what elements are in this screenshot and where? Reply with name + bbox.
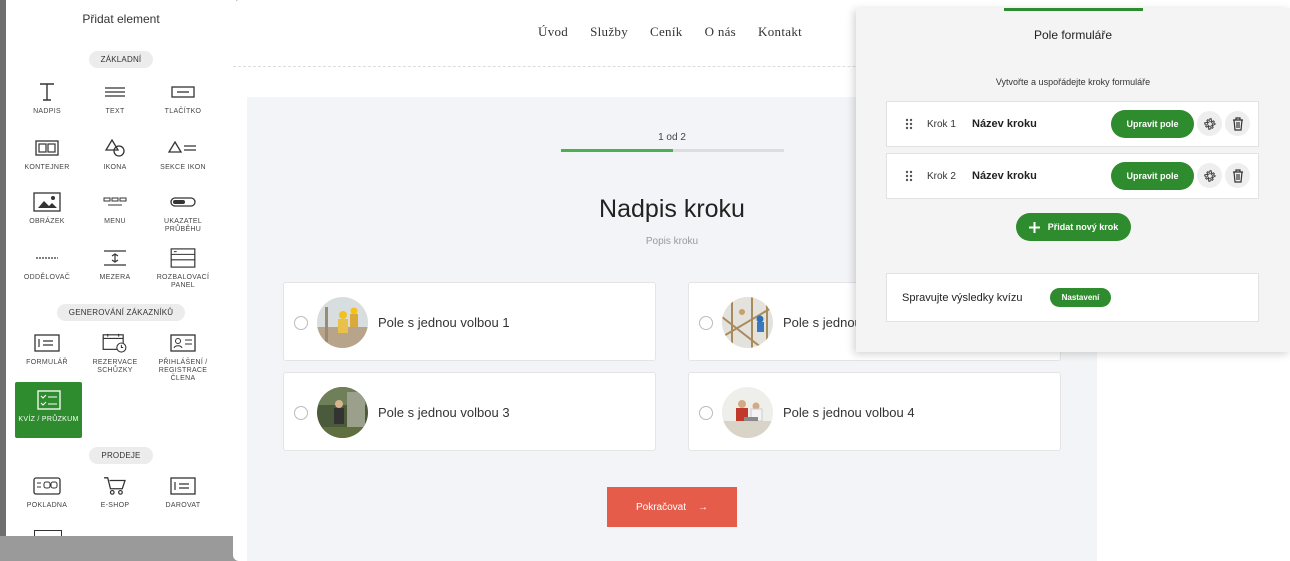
- quiz-progress-bar: [561, 149, 784, 152]
- shapes-icon: [104, 138, 125, 157]
- active-tab-indicator: [1004, 8, 1143, 11]
- plus-icon: [1028, 221, 1040, 233]
- option-photo: [722, 297, 773, 348]
- element-spacer[interactable]: MEZERA: [82, 248, 148, 282]
- step-settings-button[interactable]: [1197, 163, 1222, 188]
- element-appointment[interactable]: REZERVACE SCHŮZKY: [82, 333, 148, 375]
- arrow-right-icon: →: [698, 501, 709, 513]
- container-icon: [35, 140, 59, 156]
- step-name: Název kroku: [972, 170, 1037, 182]
- nav-item-home[interactable]: Úvod: [538, 24, 568, 40]
- form-icon: [34, 334, 60, 352]
- step-delete-button[interactable]: [1225, 111, 1250, 136]
- edit-fields-button[interactable]: Upravit pole: [1111, 110, 1194, 138]
- checkout-icon: [33, 477, 61, 495]
- quiz-results-card: Spravujte výsledky kvízu Nastavení: [886, 273, 1259, 322]
- cart-icon: [104, 477, 126, 495]
- gear-icon: [1203, 169, 1216, 182]
- element-quiz-survey[interactable]: KVÍZ / PRŮZKUM: [15, 382, 82, 438]
- element-text[interactable]: TEXT: [82, 82, 148, 116]
- element-heading[interactable]: NADPIS: [14, 82, 80, 116]
- icon-section-icon: [168, 140, 196, 153]
- element-icon-section[interactable]: SEKCE IKON: [150, 138, 216, 172]
- quiz-progress-fill: [561, 149, 673, 152]
- section-label-sales: PRODEJE: [6, 445, 236, 464]
- site-navigation: Úvod Služby Ceník O nás Kontakt: [538, 24, 802, 40]
- gear-icon: [1203, 117, 1216, 130]
- panel-title: Pole formuláře: [1033, 28, 1113, 42]
- results-label: Spravujte výsledky kvízu: [902, 292, 1023, 304]
- drag-handle-icon[interactable]: [905, 170, 913, 182]
- element-container[interactable]: KONTEJNER: [14, 138, 80, 172]
- step-number: Krok 1: [927, 119, 956, 130]
- continue-button[interactable]: Pokračovat →: [607, 487, 737, 527]
- trash-icon: [1232, 168, 1243, 183]
- accordion-icon: [170, 248, 196, 268]
- spacer-icon: [104, 250, 126, 266]
- quiz-icon: [36, 390, 61, 410]
- option-label: Pole s jednou volbou 3: [378, 405, 510, 420]
- heading-icon: [40, 83, 54, 101]
- add-element-panel: Přidat element ZÁKLADNÍ NADPIS TEXT TLAČ…: [0, 0, 236, 536]
- element-divider[interactable]: ODDĚLOVAČ: [14, 248, 80, 282]
- button-icon: [171, 86, 195, 98]
- add-step-button[interactable]: Přidat nový krok: [1016, 213, 1131, 241]
- option-photo: [317, 297, 368, 348]
- nav-item-pricing[interactable]: Ceník: [650, 24, 683, 40]
- panel-subtitle: Vytvořte a uspořádejte kroky formuláře: [995, 77, 1151, 87]
- trash-icon: [1232, 116, 1243, 131]
- progress-bar-icon: [170, 197, 196, 207]
- section-label-basic: ZÁKLADNÍ: [6, 49, 236, 68]
- section-label-lead-generation: GENEROVÁNÍ ZÁKAZNÍKŮ: [6, 302, 236, 321]
- step-number: Krok 2: [927, 171, 956, 182]
- element-button[interactable]: TLAČÍTKO: [150, 82, 216, 116]
- edit-fields-button[interactable]: Upravit pole: [1111, 162, 1194, 190]
- element-next-partial: [34, 530, 62, 536]
- quiz-option-1[interactable]: Pole s jednou volbou 1: [283, 282, 656, 361]
- text-icon: [105, 87, 125, 97]
- element-image[interactable]: OBRÁZEK: [14, 192, 80, 226]
- radio-button[interactable]: [699, 316, 713, 330]
- quiz-option-3[interactable]: Pole s jednou volbou 3: [283, 372, 656, 451]
- option-photo: [317, 387, 368, 438]
- element-eshop[interactable]: E-SHOP: [82, 476, 148, 510]
- element-progress-bar[interactable]: UKAZATEL PRŮBĚHU: [150, 192, 216, 234]
- radio-button[interactable]: [294, 316, 308, 330]
- element-menu[interactable]: MENU: [82, 192, 148, 226]
- member-card-icon: [170, 334, 196, 352]
- step-card-2[interactable]: Krok 2 Název kroku Upravit pole: [886, 153, 1259, 199]
- divider-icon: [36, 257, 58, 259]
- quiz-option-4[interactable]: Pole s jednou volbou 4: [688, 372, 1061, 451]
- option-photo: [722, 387, 773, 438]
- continue-label: Pokračovat: [635, 501, 687, 513]
- drag-handle-icon[interactable]: [905, 118, 913, 130]
- nav-item-contact[interactable]: Kontakt: [758, 24, 802, 40]
- option-label: Pole s jednou volbou 4: [783, 405, 915, 420]
- nav-item-about[interactable]: O nás: [705, 24, 736, 40]
- step-name: Název kroku: [972, 118, 1037, 130]
- element-checkout[interactable]: POKLADNA: [14, 476, 80, 510]
- element-accordion[interactable]: ROZBALOVACÍ PANEL: [150, 248, 216, 290]
- donate-icon: [170, 477, 196, 495]
- element-form[interactable]: FORMULÁŘ: [14, 333, 80, 367]
- step-settings-button[interactable]: [1197, 111, 1222, 136]
- radio-button[interactable]: [294, 406, 308, 420]
- step-delete-button[interactable]: [1225, 163, 1250, 188]
- step-card-1[interactable]: Krok 1 Název kroku Upravit pole: [886, 101, 1259, 147]
- results-settings-button[interactable]: Nastavení: [1050, 288, 1111, 307]
- element-member-login[interactable]: PŘIHLÁŠENÍ / REGISTRACE ČLENA: [150, 333, 216, 383]
- form-fields-panel: Pole formuláře Vytvořte a uspořádejte kr…: [856, 8, 1290, 352]
- element-donate[interactable]: DAROVAT: [150, 476, 216, 510]
- radio-button[interactable]: [699, 406, 713, 420]
- element-icon[interactable]: IKONA: [82, 138, 148, 172]
- calendar-clock-icon: [102, 333, 127, 353]
- nav-item-services[interactable]: Služby: [590, 24, 628, 40]
- option-label: Pole s jednou volbou 1: [378, 315, 510, 330]
- menu-icon: [103, 197, 127, 206]
- add-step-label: Přidat nový krok: [1047, 222, 1119, 232]
- panel-title: Přidat element: [82, 12, 160, 26]
- image-icon: [33, 192, 61, 212]
